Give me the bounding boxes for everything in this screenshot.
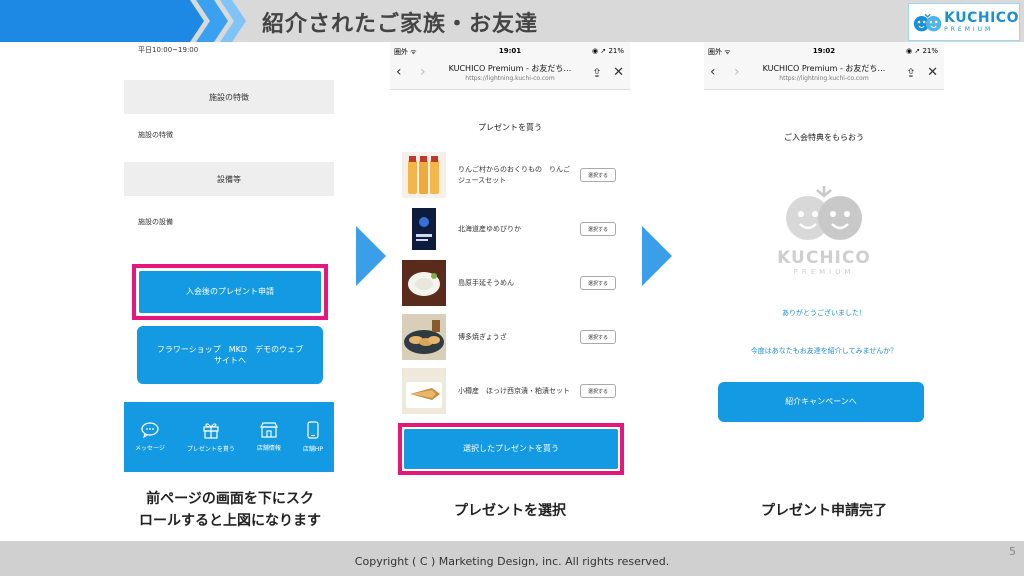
share-icon[interactable]: ⇪ — [592, 66, 602, 80]
nav-label: メッセージ — [134, 445, 165, 452]
present-item: りんご村からのおくりもの りんごジュースセット 選択する — [402, 152, 620, 198]
present-item: 北海道産ゆめぴりか 選択する — [402, 206, 620, 252]
present-request-button[interactable]: 入会後のプレゼント申請 — [139, 271, 321, 313]
status-bar: 圏外 ᯤ 19:01 ◉ ➚ 21% — [390, 42, 630, 60]
kuchico-faces-gray-icon — [786, 186, 862, 240]
caption-select: プレゼントを選択 — [454, 503, 566, 519]
rice-bag-image — [402, 206, 446, 252]
apple-juice-image — [402, 152, 446, 198]
page-number: 5 — [1009, 545, 1016, 558]
slide-header: 紹介されたご家族・お友達 KUCHICO PREMIUM — [0, 0, 1024, 42]
nav-store-hp[interactable]: 店舗HP — [303, 421, 323, 453]
thanks-message: ありがとうございました！ — [782, 309, 866, 317]
item-name: 博多焼ぎょうざ — [458, 332, 507, 341]
flower-shop-website-button[interactable]: フラワーショップ MKD デモのウェブサイトへ — [137, 326, 323, 384]
present-item: 島原手延そうめん 選択する — [402, 260, 620, 306]
kuchico-logo: KUCHICO PREMIUM — [908, 3, 1020, 41]
business-hours: 平日10:00~19:00 — [138, 46, 199, 54]
logo-wordmark: KUCHICO — [944, 10, 1019, 26]
kuchico-faces-icon — [913, 13, 942, 32]
logo-subtitle: PREMIUM — [944, 26, 994, 33]
nav-label: 店舗HP — [302, 446, 323, 453]
store-icon — [259, 422, 278, 438]
phone-icon — [307, 421, 319, 439]
present-heading: プレゼントを貰う — [478, 123, 542, 132]
referral-campaign-button[interactable]: 紹介キャンペーンへ — [718, 382, 924, 422]
flow-arrow-right-icon — [356, 226, 386, 286]
section-header-features: 施設の特徴 — [124, 80, 334, 114]
select-button[interactable]: 選択する — [580, 276, 616, 290]
item-name: りんご村からのおくりもの りんごジュースセット — [458, 165, 570, 185]
close-icon[interactable]: ✕ — [613, 65, 624, 80]
browser-nav-bar: ‹ › KUCHICO Premium - お友だち… https://ligh… — [390, 60, 630, 90]
nav-message[interactable]: メッセージ — [135, 422, 165, 452]
gift-icon — [203, 423, 219, 439]
nav-label: 店舗情報 — [256, 445, 281, 452]
nav-store-info[interactable]: 店舗情報 — [257, 422, 281, 452]
bottom-nav-bar: メッセージ プレゼントを貰う 店舗情報 店舗HP — [124, 402, 334, 472]
gray-logo-wordmark: KUCHICO — [777, 248, 871, 268]
nav-present[interactable]: プレゼントを貰う — [187, 421, 235, 453]
select-button[interactable]: 選択する — [580, 384, 616, 398]
battery-status: ◉ ➚ 21% — [592, 47, 624, 55]
item-name: 小樽産 ほっけ西京漬・粕漬セット — [458, 386, 570, 395]
header-chevron-decoration — [0, 0, 246, 42]
bonus-heading: ご入会特典をもらおう — [784, 133, 864, 142]
caption-line: ロールすると上図になります — [139, 513, 321, 530]
present-item: 小樽産 ほっけ西京漬・粕漬セット 選択する — [402, 368, 620, 414]
slide-title: 紹介されたご家族・お友達 — [262, 12, 539, 37]
caption-scroll: 前ページの画面を下にスク ロールすると上図になります — [114, 488, 346, 533]
item-name: 北海道産ゆめぴりか — [458, 224, 521, 233]
grilled-fish-image — [402, 368, 446, 414]
caption-line: 前ページの画面を下にスク — [146, 491, 314, 507]
close-icon[interactable]: ✕ — [927, 65, 938, 80]
section-header-equipment: 設備等 — [124, 162, 334, 196]
item-name: 島原手延そうめん — [458, 278, 514, 287]
flow-arrow-right-icon — [642, 226, 672, 286]
somen-noodles-image — [402, 260, 446, 306]
invite-prompt: 今度はあなたもお友達を紹介してみませんか？ — [750, 347, 898, 355]
battery-status: ◉ ➚ 21% — [906, 47, 938, 55]
select-button[interactable]: 選択する — [580, 222, 616, 236]
gray-logo-subtitle: PREMIUM — [793, 268, 855, 276]
slide-footer: Copyright ( C ) Marketing Design, inc. A… — [0, 541, 1024, 576]
caption-complete: プレゼント申請完了 — [761, 503, 887, 519]
equipment-text: 施設の設備 — [138, 218, 173, 226]
buy-selected-present-button[interactable]: 選択したプレゼントを貰う — [404, 429, 618, 469]
features-text: 施設の特徴 — [138, 131, 173, 139]
select-button[interactable]: 選択する — [580, 330, 616, 344]
status-bar: 圏外 ᯤ 19:02 ◉ ➚ 21% — [704, 42, 944, 60]
screen-present-select: 圏外 ᯤ 19:01 ◉ ➚ 21% ‹ › KUCHICO Premium -… — [390, 42, 630, 462]
browser-nav-bar: ‹ › KUCHICO Premium - お友だち… https://ligh… — [704, 60, 944, 90]
gyoza-image — [402, 314, 446, 360]
share-icon[interactable]: ⇪ — [906, 66, 916, 80]
present-item: 博多焼ぎょうざ 選択する — [402, 314, 620, 360]
nav-label: プレゼントを貰う — [186, 446, 235, 453]
copyright: Copyright ( C ) Marketing Design, inc. A… — [354, 555, 670, 568]
message-icon — [141, 422, 159, 438]
select-button[interactable]: 選択する — [580, 168, 616, 182]
